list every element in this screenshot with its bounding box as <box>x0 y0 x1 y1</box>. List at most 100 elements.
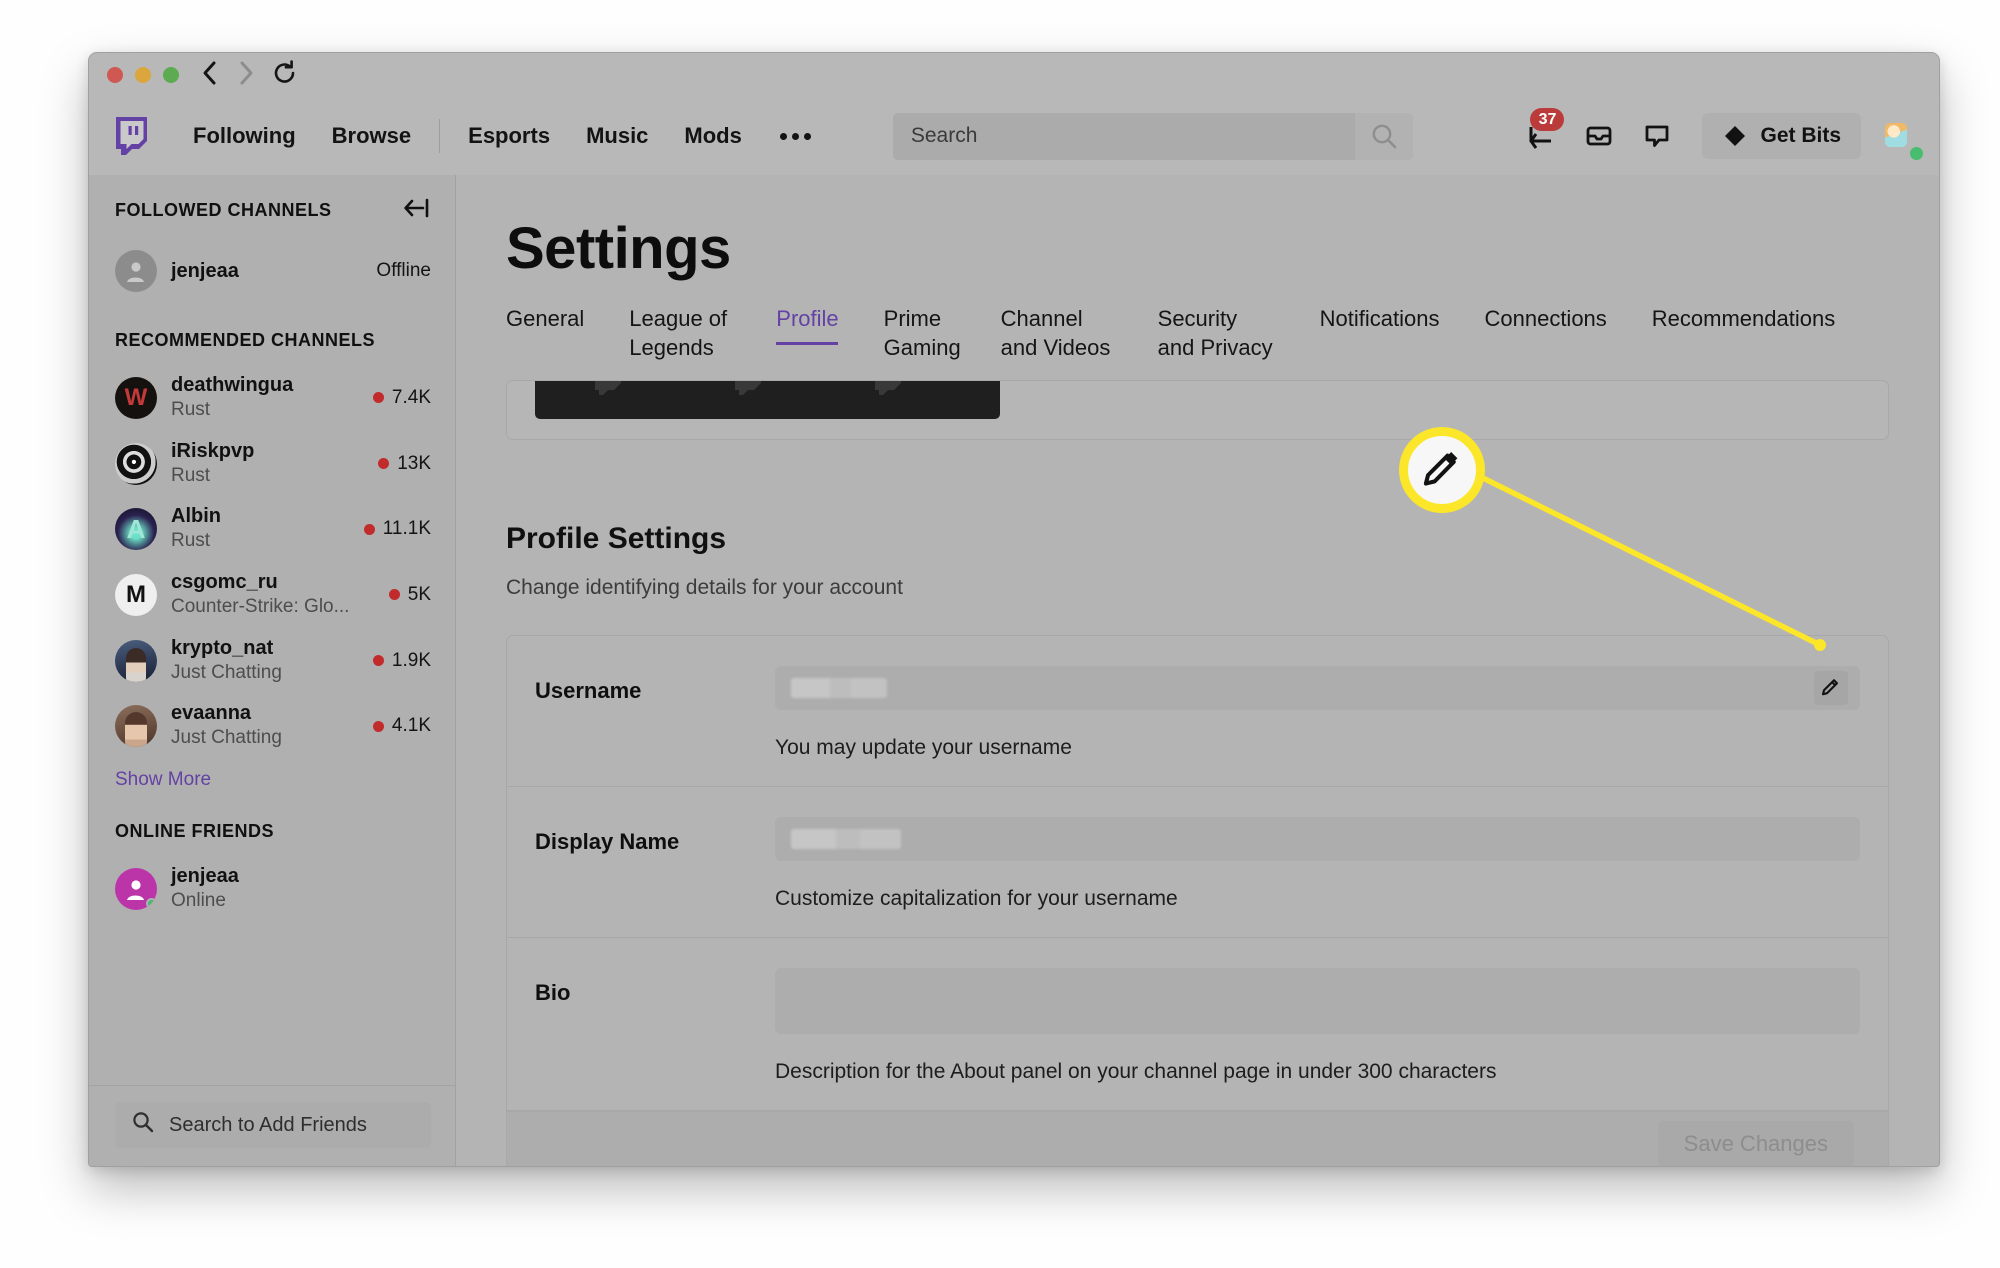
friend-name: jenjeaa <box>171 865 239 888</box>
twitch-logo-icon[interactable] <box>111 115 151 157</box>
sidebar-item-iriskpvp[interactable]: iRiskpvp Rust 13K <box>89 431 455 497</box>
pencil-edit-icon <box>1423 452 1458 486</box>
channel-meta: iRiskpvp Rust <box>171 439 364 489</box>
channel-category: Just Chatting <box>171 727 282 749</box>
tab-profile[interactable]: Profile <box>776 304 861 347</box>
live-indicator-icon <box>388 589 400 601</box>
collapse-sidebar-icon[interactable] <box>403 197 431 224</box>
channel-meta: deathwingua Rust <box>171 373 359 423</box>
tab-channel-and-videos[interactable]: Channel and Videos <box>1001 304 1136 376</box>
bio-field-body: Description for the About panel on your … <box>775 968 1860 1084</box>
viewer-count: 5K <box>407 583 431 605</box>
viewer-count-group: 13K <box>378 453 431 475</box>
browser-nav-buttons <box>201 59 297 91</box>
channel-name: evaanna <box>171 702 252 725</box>
notification-badge: 37 <box>1530 108 1565 132</box>
channel-category: Rust <box>171 464 211 486</box>
channel-meta: jenjeaa Online <box>171 864 431 914</box>
section-subheading: Change identifying details for your acco… <box>506 576 903 600</box>
username-hint: You may update your username <box>775 736 1072 760</box>
channel-meta: krypto_nat Just Chatting <box>171 636 359 686</box>
form-row-bio: Bio Description for the About panel on y… <box>507 938 1888 1112</box>
live-indicator-icon <box>363 523 375 535</box>
nav-link-esports[interactable]: Esports <box>450 123 568 149</box>
bio-textarea[interactable] <box>775 968 1860 1035</box>
display-name-hint: Customize capitalization for your userna… <box>775 887 1178 911</box>
avatar <box>115 508 157 551</box>
nav-link-music[interactable]: Music <box>568 123 666 149</box>
more-options-icon[interactable] <box>760 132 831 140</box>
viewer-count: 1.9K <box>391 649 431 671</box>
channel-category: Rust <box>171 399 211 420</box>
bits-diamond-icon <box>1725 126 1746 146</box>
sidebar-footer: Search to Add Friends <box>89 1085 455 1166</box>
live-indicator-icon <box>378 458 390 470</box>
offline-label: Offline <box>376 260 431 281</box>
tab-league-of-legends[interactable]: League of Legends <box>629 304 754 376</box>
avatar <box>115 867 157 910</box>
avatar[interactable] <box>1875 114 1923 160</box>
notifications-icon[interactable]: 37 <box>1512 108 1570 162</box>
viewer-count: 4.1K <box>391 715 431 737</box>
show-more-link[interactable]: Show More <box>89 759 455 791</box>
window-titlebar <box>89 53 1939 97</box>
viewer-count: 11.1K <box>382 518 431 540</box>
tab-connections[interactable]: Connections <box>1484 304 1629 347</box>
mail-inbox-icon[interactable] <box>1570 110 1628 162</box>
back-arrow-icon[interactable] <box>201 59 219 91</box>
sidebar-item-albin[interactable]: Albin Rust 11.1K <box>89 496 455 562</box>
username-input[interactable] <box>775 666 1860 711</box>
close-window-button[interactable] <box>107 67 123 83</box>
nav-link-following[interactable]: Following <box>175 123 314 149</box>
followed-channels-header: FOLLOWED CHANNELS <box>89 197 455 224</box>
save-changes-button[interactable]: Save Changes <box>1657 1120 1854 1166</box>
tab-general[interactable]: General <box>506 304 607 347</box>
chat-bubble-icon[interactable] <box>1628 110 1686 162</box>
get-bits-button[interactable]: Get Bits <box>1702 113 1861 159</box>
friend-search-input[interactable]: Search to Add Friends <box>115 1102 431 1148</box>
profile-settings-form: Username You may update your username Di… <box>506 635 1889 1166</box>
username-edit-pencil-icon[interactable] <box>1814 671 1848 706</box>
page-title: Settings <box>506 216 731 281</box>
sidebar-item-csgomc-ru[interactable]: csgomc_ru Counter-Strike: Glo... 5K <box>89 562 455 628</box>
username-field-body: You may update your username <box>775 666 1860 760</box>
traffic-lights <box>107 67 179 83</box>
friend-status: Online <box>171 890 226 912</box>
top-nav-right-cluster: 37 Get Bits <box>1512 108 1923 162</box>
reload-icon[interactable] <box>273 59 297 91</box>
avatar <box>115 442 157 485</box>
viewer-count: 7.4K <box>391 386 431 408</box>
followed-channels-title: FOLLOWED CHANNELS <box>115 200 332 220</box>
sidebar-item-deathwingua[interactable]: deathwingua Rust 7.4K <box>89 365 455 431</box>
channel-name: iRiskpvp <box>171 439 255 462</box>
tab-recommendations[interactable]: Recommendations <box>1652 304 1835 347</box>
display-name-label: Display Name <box>535 829 680 855</box>
search-icon[interactable] <box>1354 112 1413 160</box>
nav-divider <box>439 119 441 153</box>
online-friends-title: ONLINE FRIENDS <box>115 821 275 842</box>
minimize-window-button[interactable] <box>135 67 151 83</box>
tab-notifications[interactable]: Notifications <box>1320 304 1463 347</box>
settings-tabs: General League of Legends Profile Prime … <box>456 282 1939 376</box>
channel-category: Just Chatting <box>171 661 282 683</box>
sidebar-item-evaanna[interactable]: evaanna Just Chatting 4.1K <box>89 693 455 759</box>
search-input[interactable] <box>892 112 1355 160</box>
twitch-top-nav: Following Browse Esports Music Mods 37 <box>89 97 1939 175</box>
settings-main-panel: Settings General League of Legends Profi… <box>456 175 1939 1166</box>
zoom-window-button[interactable] <box>163 67 179 83</box>
avatar <box>115 639 157 682</box>
nav-link-browse[interactable]: Browse <box>314 123 429 149</box>
channel-name: krypto_nat <box>171 636 274 659</box>
display-name-input[interactable] <box>775 817 1860 862</box>
save-bar: Save Changes <box>507 1111 1888 1166</box>
sidebar-item-krypto-nat[interactable]: krypto_nat Just Chatting 1.9K <box>89 628 455 694</box>
tab-prime-gaming[interactable]: Prime Gaming <box>884 304 979 376</box>
tab-security-and-privacy[interactable]: Security and Privacy <box>1158 304 1298 376</box>
live-indicator-icon <box>372 392 384 404</box>
status-badge <box>1910 147 1923 160</box>
sidebar-item-jenjeaa-followed[interactable]: jenjeaa Offline <box>89 242 455 300</box>
forward-arrow-icon[interactable] <box>237 59 255 91</box>
sidebar-item-friend-jenjeaa[interactable]: jenjeaa Online <box>89 856 455 922</box>
nav-link-mods[interactable]: Mods <box>666 123 759 149</box>
